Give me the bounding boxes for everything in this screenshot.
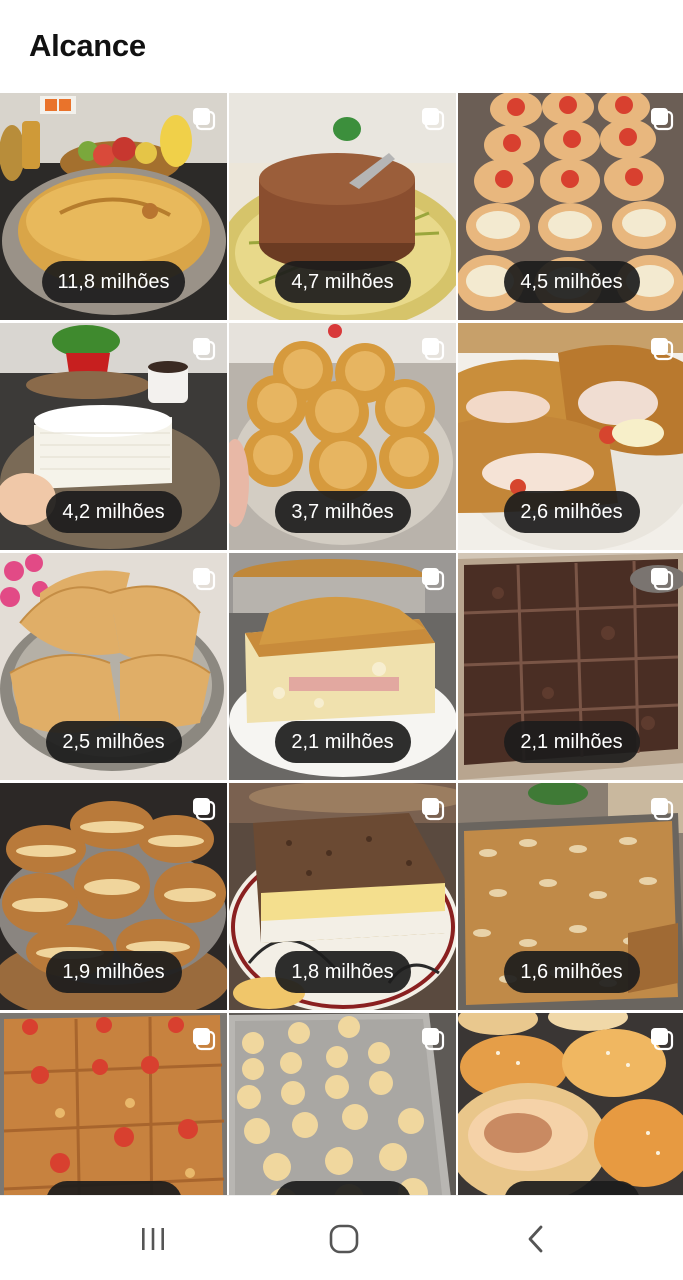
multiple-photos-icon [193, 798, 216, 821]
multiple-photos-icon [651, 108, 674, 131]
multiple-photos-icon [193, 338, 216, 361]
reach-badge: 2,6 milhões [503, 491, 640, 533]
reach-badge [503, 1181, 640, 1195]
post-tile[interactable]: 11,8 milhões [0, 93, 227, 320]
post-tile[interactable] [458, 1013, 683, 1195]
reach-badge: 2,5 milhões [45, 721, 182, 763]
post-tile[interactable]: 4,5 milhões [458, 93, 683, 320]
multiple-photos-icon [422, 798, 445, 821]
header: Alcance [0, 0, 683, 93]
reach-badge: 4,7 milhões [274, 261, 411, 303]
back-button[interactable] [476, 1196, 596, 1280]
multiple-photos-icon [422, 568, 445, 591]
multiple-photos-icon [651, 338, 674, 361]
post-tile[interactable] [229, 1013, 456, 1195]
reach-badge: 3,7 milhões [274, 491, 411, 533]
page-title: Alcance [29, 28, 146, 63]
posts-grid: 11,8 milhões 4,7 milhões 4,5 milhões 4,2… [0, 93, 683, 1195]
post-tile[interactable]: 3,7 milhões [229, 323, 456, 550]
home-button[interactable] [284, 1196, 404, 1280]
reach-badge: 2,1 milhões [274, 721, 411, 763]
reach-badge [274, 1181, 411, 1195]
post-tile[interactable]: 2,6 milhões [458, 323, 683, 550]
multiple-photos-icon [193, 1028, 216, 1051]
post-tile[interactable]: 2,5 milhões [0, 553, 227, 780]
multiple-photos-icon [193, 108, 216, 131]
back-icon [528, 1225, 543, 1252]
reach-badge [45, 1181, 182, 1195]
post-tile[interactable]: 1,9 milhões [0, 783, 227, 1010]
reach-badge: 1,9 milhões [45, 951, 182, 993]
multiple-photos-icon [651, 568, 674, 591]
post-tile[interactable]: 1,8 milhões [229, 783, 456, 1010]
multiple-photos-icon [193, 568, 216, 591]
post-tile[interactable]: 1,6 milhões [458, 783, 683, 1010]
post-tile[interactable]: 4,7 milhões [229, 93, 456, 320]
post-tile[interactable]: 4,2 milhões [0, 323, 227, 550]
reach-badge: 1,8 milhões [274, 951, 411, 993]
multiple-photos-icon [422, 1028, 445, 1051]
post-tile[interactable]: 2,1 milhões [229, 553, 456, 780]
reach-badge: 1,6 milhões [503, 951, 640, 993]
home-icon [329, 1224, 359, 1253]
multiple-photos-icon [422, 338, 445, 361]
post-tile[interactable] [0, 1013, 227, 1195]
multiple-photos-icon [422, 108, 445, 131]
recent-apps-button[interactable] [93, 1196, 213, 1280]
reach-badge: 2,1 milhões [503, 721, 640, 763]
reach-badge: 4,5 milhões [503, 261, 640, 303]
post-tile[interactable]: 2,1 milhões [458, 553, 683, 780]
system-navigation-bar [0, 1195, 683, 1280]
reach-badge: 11,8 milhões [41, 261, 186, 303]
multiple-photos-icon [651, 1028, 674, 1051]
recent-apps-icon [142, 1227, 164, 1250]
multiple-photos-icon [651, 798, 674, 821]
reach-badge: 4,2 milhões [45, 491, 182, 533]
